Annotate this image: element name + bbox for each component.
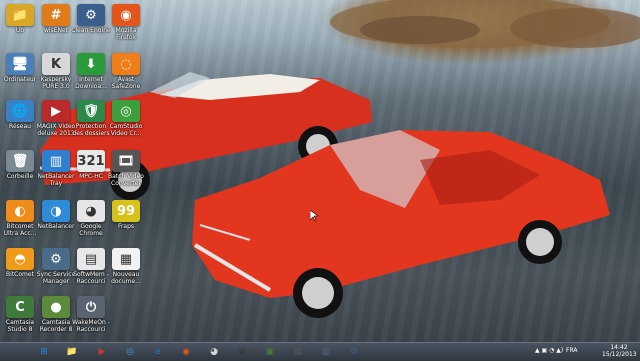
taskbar-start[interactable]: ⊞	[34, 345, 54, 359]
gear-icon: ⚙	[42, 248, 70, 270]
camtasia-recorder-icon: ●	[42, 296, 70, 318]
chrome-icon: ◕	[210, 347, 218, 357]
icon-label: Camtasia Recorder 8	[39, 319, 73, 333]
camtasia-studio-icon: C	[6, 296, 34, 318]
network-icon: 🌐	[6, 100, 34, 122]
icon-label: Internet Downloa...	[75, 76, 107, 90]
icon-camstudio[interactable]: ◎ CamStudio Video Cr...	[110, 100, 152, 137]
clock-date: 15/12/2013	[602, 351, 637, 358]
app-icon: ▤	[293, 347, 303, 357]
film-icon: 🎞	[112, 150, 140, 172]
icon-label: Mozilla Firefox	[115, 27, 137, 41]
icon-label: Batch Video Converter	[108, 173, 144, 187]
netbalancer-tray-icon: ▥	[42, 150, 70, 172]
document-icon: ▦	[112, 248, 140, 270]
taskbar-app1[interactable]: ▣	[232, 345, 252, 359]
icon-label: NetBalancer Tray	[37, 173, 75, 187]
mouse-pointer-icon	[310, 210, 318, 222]
bitcomet-ultra-icon: ◐	[6, 200, 34, 222]
icon-label: Camtasia Studio 8	[5, 319, 35, 333]
icon-label: NetBalancer	[37, 223, 75, 230]
icon-label: Bitcomet Ultra Acc...	[3, 223, 37, 237]
icon-label: Réseau	[9, 123, 31, 130]
icon-label: Ub	[15, 27, 25, 34]
icon-label: WakeMeOn - Raccourci	[72, 319, 110, 333]
icon-label: Ordinateur	[3, 76, 37, 83]
language-indicator[interactable]: FRA	[566, 347, 577, 354]
magix-icon: ▶	[42, 100, 70, 122]
media-icon: ▶	[98, 347, 106, 357]
app-icon: ▥	[321, 347, 331, 357]
icon-label: Kaspersky PURE 3.0	[40, 76, 72, 90]
icon-label: Nouveau docume...	[111, 271, 141, 285]
taskbar-app2[interactable]: ▤	[288, 345, 308, 359]
kaspersky-icon: K	[42, 53, 70, 75]
taskbar-ie[interactable]: e	[148, 345, 168, 359]
mpc-hc-icon: 321	[77, 150, 105, 172]
icon-batch-video[interactable]: 🎞 Batch Video Converter	[108, 150, 152, 187]
taskbar-explorer[interactable]: 📁	[62, 345, 82, 359]
icon-label: MPC-HC	[79, 173, 103, 180]
icon-label: SoftwMem - Raccourci	[73, 271, 109, 285]
firefox-icon: ◉	[112, 4, 140, 26]
icon-label: CamStudio Video Cr...	[109, 123, 143, 137]
taskbar-globe[interactable]: ◎	[120, 345, 140, 359]
bitcomet-icon: ◓	[6, 248, 34, 270]
chrome-icon: ◕	[77, 200, 105, 222]
icon-nouveau-document[interactable]: ▦ Nouveau docume...	[111, 248, 152, 285]
fraps-icon: 99	[112, 200, 140, 222]
internet-explorer-icon: e	[155, 347, 161, 357]
app-icon: ▣	[237, 347, 247, 357]
taskbar-app3[interactable]: ▥	[316, 345, 336, 359]
download-icon: ⬇	[77, 53, 105, 75]
clock-time: 14:42	[610, 344, 628, 351]
firefox-icon: ◉	[182, 347, 190, 357]
camstudio-icon: ◎	[112, 100, 140, 122]
taskbar-clean-engine[interactable]: ⚙	[344, 345, 364, 359]
red-coupe	[192, 130, 610, 318]
netbalancer-icon: ◑	[42, 200, 70, 222]
icon-wakemeon[interactable]: ⏻ WakeMeOn - Raccourci	[72, 296, 117, 333]
icon-avast[interactable]: ◌ Avast SafeZone	[112, 53, 152, 90]
icon-label: Avast SafeZone	[111, 76, 141, 90]
taskbar-firefox[interactable]: ◉	[176, 345, 196, 359]
icon-label: Sync Service Manager	[36, 271, 76, 285]
taskbar: ⊞ 📁 ▶ ◎ e ◉ ◕ ▣ ▣ ▤ ▥ ⚙ ▲ ▣ ◔ ▲) FRA 14:…	[0, 342, 640, 361]
icon-label: BitComet	[6, 271, 34, 278]
icon-label: Fraps	[117, 223, 135, 230]
taskbar-camtasia[interactable]: ▣	[260, 345, 280, 359]
taskbar-media[interactable]: ▶	[92, 345, 112, 359]
recycle-bin-icon: 🗑	[6, 150, 34, 172]
icon-label: Google Chrome	[79, 223, 103, 237]
icon-label: Protection des dossiers	[72, 123, 110, 137]
icon-label: MAGIX Video deluxe 2013	[36, 123, 76, 137]
clean-engine-icon: ⚙	[77, 4, 105, 26]
icon-firefox[interactable]: ◉ Mozilla Firefox	[112, 4, 152, 41]
computer-icon: 🖥	[6, 53, 34, 75]
power-icon: ⏻	[77, 296, 105, 318]
taskbar-chrome[interactable]: ◕	[204, 345, 224, 359]
shield-icon: 🛡	[77, 100, 105, 122]
windows-icon: ⊞	[40, 347, 48, 357]
icon-label: Corbeille	[6, 173, 34, 180]
folder-icon: 📁	[66, 347, 78, 357]
gear-icon: ⚙	[349, 347, 359, 357]
wisenet-icon: #	[42, 4, 70, 26]
shortcut-icon: ▤	[77, 248, 105, 270]
globe-icon: ◎	[126, 347, 134, 357]
clock[interactable]: 14:42 15/12/2013	[602, 344, 637, 358]
avast-icon: ◌	[112, 53, 140, 75]
folder-icon: 📁	[6, 4, 34, 26]
tray-icons[interactable]: ▲ ▣ ◔ ▲)	[535, 347, 563, 354]
icon-fraps[interactable]: 99 Fraps	[112, 200, 152, 236]
icon-label: wisENet	[43, 27, 69, 34]
icon-label: Clean Engine	[71, 27, 111, 34]
camtasia-icon: ▣	[265, 347, 275, 357]
